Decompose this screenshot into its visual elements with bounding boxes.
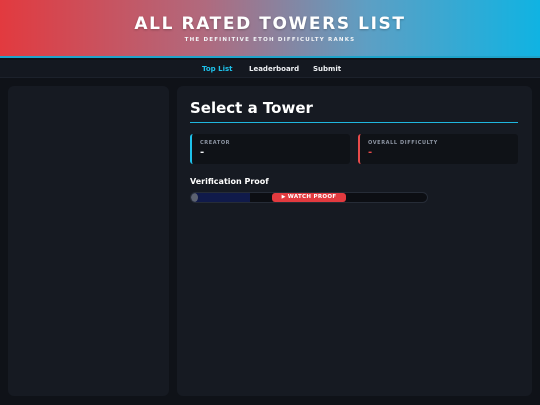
nav-submit[interactable]: Submit (313, 65, 341, 73)
site-header: ALL RATED TOWERS LIST THE DEFINITIVE ETO… (0, 0, 540, 58)
nav-top-list[interactable]: Top List (202, 65, 232, 73)
nav-leaderboard[interactable]: Leaderboard (249, 65, 299, 73)
creator-label: CREATOR (200, 140, 231, 146)
site-subtitle: THE DEFINITIVE ETOH DIFFICULTY RANKS (184, 37, 356, 43)
proof-progress-fill (191, 193, 250, 202)
difficulty-label: OVERALL DIFFICULTY (368, 140, 438, 146)
proof-scrub-handle[interactable] (191, 193, 198, 202)
creator-value: - (200, 147, 205, 158)
watch-proof-button[interactable]: ▶ WATCH PROOF (272, 193, 346, 202)
site-title: ALL RATED TOWERS LIST (134, 14, 406, 34)
tower-title: Select a Tower (190, 99, 313, 117)
top-nav: Top List Leaderboard Submit (0, 60, 540, 78)
watch-proof-label: WATCH PROOF (287, 194, 337, 200)
title-divider (190, 122, 518, 123)
difficulty-value: - (368, 147, 373, 158)
difficulty-card: OVERALL DIFFICULTY - (358, 134, 518, 164)
verification-proof-label: Verification Proof (190, 177, 269, 186)
tower-list-sidebar[interactable] (8, 86, 169, 396)
tower-detail-panel: Select a Tower CREATOR - OVERALL DIFFICU… (177, 86, 532, 396)
creator-card: CREATOR - (190, 134, 350, 164)
proof-progress-bar[interactable]: ▶ WATCH PROOF (190, 192, 428, 203)
play-icon: ▶ (281, 194, 286, 200)
